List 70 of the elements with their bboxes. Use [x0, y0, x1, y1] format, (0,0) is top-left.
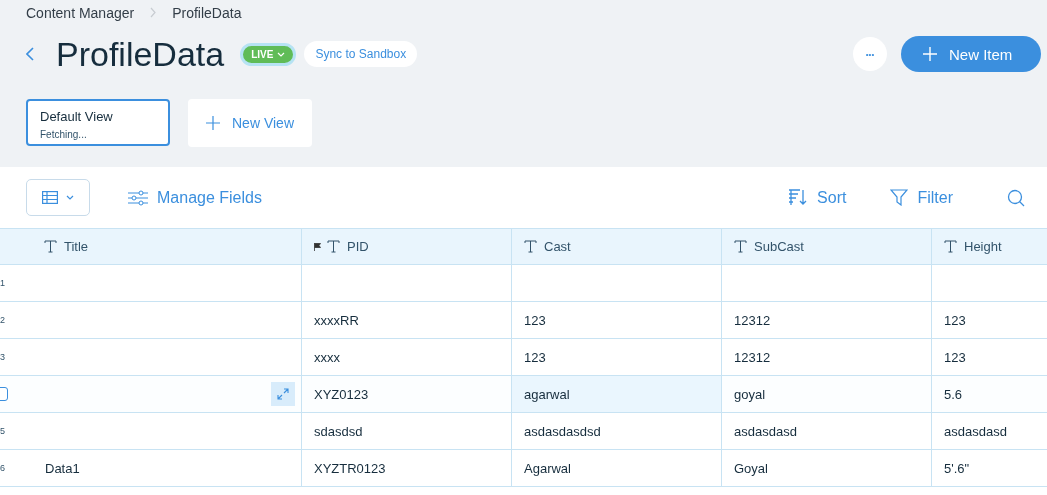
row-number: 3	[0, 352, 6, 362]
more-button[interactable]: •••	[853, 37, 887, 71]
caret-icon	[277, 51, 286, 57]
title-cell[interactable]: 2	[0, 302, 302, 338]
breadcrumb-current: ProfileData	[172, 4, 242, 21]
text-type-icon	[734, 240, 747, 253]
view-tab[interactable]: Default View Fetching...	[26, 99, 170, 146]
title-cell[interactable]: 1	[0, 265, 302, 301]
table-cell[interactable]: sdasdsd	[302, 413, 512, 449]
text-type-icon	[327, 240, 340, 253]
page-title: ProfileData	[56, 34, 225, 74]
table-cell[interactable]: 5'.6"	[932, 450, 1047, 486]
table-cell[interactable]: 123	[932, 339, 1047, 375]
table-row[interactable]: 2 xxxxRR 123 12312 123	[0, 302, 1047, 339]
table-cell[interactable]: 123	[512, 339, 722, 375]
sync-button[interactable]: Sync to Sandbox	[304, 41, 418, 67]
column-header[interactable]: SubCast	[722, 229, 932, 264]
chevron-right-icon	[150, 7, 157, 18]
plus-icon	[206, 116, 220, 130]
new-view-button[interactable]: New View	[188, 99, 312, 147]
column-header[interactable]: Title	[0, 229, 302, 264]
row-number: 5	[0, 426, 6, 436]
table-cell[interactable]: XYZTR0123	[302, 450, 512, 486]
search-icon[interactable]	[1007, 188, 1025, 207]
caret-icon	[66, 195, 74, 200]
row-number: 6	[0, 463, 6, 473]
text-type-icon	[524, 240, 537, 253]
breadcrumb-link[interactable]: Content Manager	[26, 4, 135, 21]
expand-icon	[277, 388, 289, 400]
table-cell[interactable]: Agarwal	[512, 450, 722, 486]
table-cell[interactable]: goyal	[722, 376, 932, 412]
back-icon[interactable]	[26, 47, 34, 61]
table-cell[interactable]: 123	[932, 302, 1047, 338]
table-icon	[42, 191, 58, 204]
title-cell[interactable]: 3	[0, 339, 302, 375]
title-cell[interactable]	[0, 376, 302, 412]
column-header[interactable]: Height	[932, 229, 1047, 264]
table-cell: Data1	[45, 460, 80, 476]
row-number: 2	[0, 315, 6, 325]
table-cell[interactable]: xxxx	[302, 339, 512, 375]
sliders-icon	[128, 189, 148, 206]
sort-icon	[788, 189, 809, 206]
title-cell[interactable]: 5	[0, 413, 302, 449]
row-number: 1	[0, 278, 6, 288]
expand-button[interactable]	[271, 382, 295, 406]
table-cell[interactable]: asdasdasdsd	[512, 413, 722, 449]
view-status: Fetching...	[40, 129, 88, 140]
table-cell[interactable]: 5.6	[932, 376, 1047, 412]
view-name: Default View	[40, 109, 114, 124]
text-type-icon	[44, 240, 57, 253]
flag-icon	[314, 242, 321, 251]
column-header[interactable]: PID	[302, 229, 512, 264]
table-cell[interactable]: agarwal	[512, 376, 722, 412]
table-cell[interactable]: 12312	[722, 302, 932, 338]
table-row[interactable]: 5 sdasdsd asdasdasdsd asdasdasd asdasdasd	[0, 413, 1047, 450]
view-switch-button[interactable]	[26, 179, 90, 216]
table-cell[interactable]: asdasdasd	[932, 413, 1047, 449]
table-cell[interactable]: asdasdasd	[722, 413, 932, 449]
table-row[interactable]: 1	[0, 265, 1047, 302]
table-cell[interactable]: 123	[512, 302, 722, 338]
table-row[interactable]: XYZ0123 agarwal goyal 5.6	[0, 376, 1047, 413]
plus-icon	[923, 47, 937, 61]
table-cell[interactable]: 12312	[722, 339, 932, 375]
text-type-icon	[944, 240, 957, 253]
title-cell[interactable]: 6 Data1	[0, 450, 302, 486]
filter-icon	[890, 189, 909, 206]
column-header[interactable]: Cast	[512, 229, 722, 264]
table-cell[interactable]: Goyal	[722, 450, 932, 486]
table-row[interactable]: 6 Data1 XYZTR0123 Agarwal Goyal 5'.6"	[0, 450, 1047, 487]
table-cell[interactable]: xxxxRR	[302, 302, 512, 338]
